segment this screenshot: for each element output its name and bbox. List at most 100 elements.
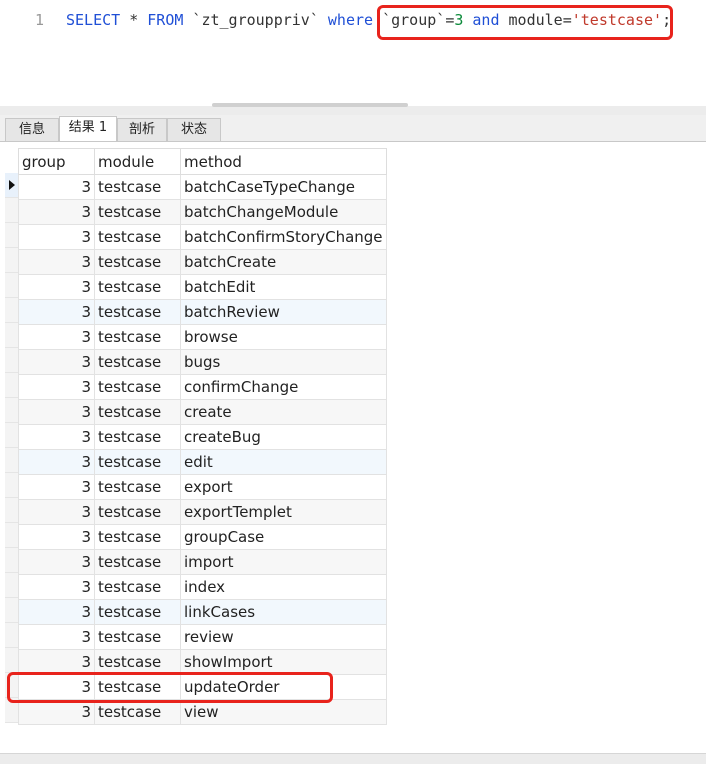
cell-group[interactable]: 3 <box>18 474 95 500</box>
cell-module[interactable]: testcase <box>94 474 181 500</box>
cell-group[interactable]: 3 <box>18 299 95 325</box>
table-row[interactable]: 3 testcase bugs <box>18 349 387 375</box>
table-row[interactable]: 3 testcase edit <box>18 449 387 475</box>
cell-module[interactable]: testcase <box>94 524 181 550</box>
row-header[interactable] <box>5 248 18 273</box>
cell-module[interactable]: testcase <box>94 274 181 300</box>
cell-method[interactable]: batchCreate <box>180 249 387 275</box>
cell-method[interactable]: batchReview <box>180 299 387 325</box>
cell-method[interactable]: view <box>180 699 387 725</box>
sql-editor[interactable]: 1 SELECT * FROM `zt_grouppriv` where `gr… <box>0 0 706 110</box>
row-header[interactable] <box>5 223 18 248</box>
cell-method[interactable]: edit <box>180 449 387 475</box>
column-header-group[interactable]: group <box>18 148 95 175</box>
cell-module[interactable]: testcase <box>94 349 181 375</box>
table-row[interactable]: 3 testcase batchReview <box>18 299 387 325</box>
cell-method[interactable]: export <box>180 474 387 500</box>
row-header[interactable] <box>5 273 18 298</box>
cell-group[interactable]: 3 <box>18 324 95 350</box>
cell-method[interactable]: index <box>180 574 387 600</box>
cell-module[interactable]: testcase <box>94 424 181 450</box>
cell-group[interactable]: 3 <box>18 574 95 600</box>
cell-method[interactable]: exportTemplet <box>180 499 387 525</box>
row-header[interactable] <box>5 323 18 348</box>
column-header-module[interactable]: module <box>94 148 181 175</box>
table-row[interactable]: 3 testcase createBug <box>18 424 387 450</box>
cell-module[interactable]: testcase <box>94 324 181 350</box>
pane-splitter[interactable] <box>0 103 706 115</box>
row-header[interactable] <box>5 173 18 198</box>
cell-group[interactable]: 3 <box>18 599 95 625</box>
row-header[interactable] <box>5 198 18 223</box>
row-header[interactable] <box>5 498 18 523</box>
tab-profile[interactable]: 剖析 <box>117 118 167 141</box>
row-header[interactable] <box>5 298 18 323</box>
table-row[interactable]: 3 testcase create <box>18 399 387 425</box>
cell-method[interactable]: linkCases <box>180 599 387 625</box>
table-row[interactable]: 3 testcase review <box>18 624 387 650</box>
cell-method[interactable]: createBug <box>180 424 387 450</box>
cell-group[interactable]: 3 <box>18 249 95 275</box>
cell-module[interactable]: testcase <box>94 299 181 325</box>
cell-group[interactable]: 3 <box>18 224 95 250</box>
row-header[interactable] <box>5 448 18 473</box>
cell-method[interactable]: showImport <box>180 649 387 675</box>
table-row[interactable]: 3 testcase batchCreate <box>18 249 387 275</box>
row-header[interactable] <box>5 648 18 673</box>
cell-module[interactable]: testcase <box>94 599 181 625</box>
cell-group[interactable]: 3 <box>18 174 95 200</box>
cell-module[interactable]: testcase <box>94 624 181 650</box>
cell-module[interactable]: testcase <box>94 224 181 250</box>
tab-status[interactable]: 状态 <box>167 118 221 141</box>
cell-module[interactable]: testcase <box>94 549 181 575</box>
cell-group[interactable]: 3 <box>18 699 95 725</box>
table-row[interactable]: 3 testcase showImport <box>18 649 387 675</box>
cell-group[interactable]: 3 <box>18 449 95 475</box>
cell-method[interactable]: batchEdit <box>180 274 387 300</box>
row-header[interactable] <box>5 423 18 448</box>
cell-method[interactable]: bugs <box>180 349 387 375</box>
tab-info[interactable]: 信息 <box>5 118 59 141</box>
row-header[interactable] <box>5 548 18 573</box>
cell-group[interactable]: 3 <box>18 374 95 400</box>
cell-group[interactable]: 3 <box>18 649 95 675</box>
cell-group[interactable]: 3 <box>18 199 95 225</box>
column-header-method[interactable]: method <box>180 148 387 175</box>
cell-method[interactable]: browse <box>180 324 387 350</box>
cell-group[interactable]: 3 <box>18 624 95 650</box>
cell-module[interactable]: testcase <box>94 199 181 225</box>
table-row[interactable]: 3 testcase index <box>18 574 387 600</box>
cell-group[interactable]: 3 <box>18 424 95 450</box>
result-grid[interactable]: group module method 3 testcase batchCaseTy… <box>18 148 387 725</box>
table-row[interactable]: 3 testcase groupCase <box>18 524 387 550</box>
table-row[interactable]: 3 testcase batchConfirmStoryChange <box>18 224 387 250</box>
row-header[interactable] <box>5 523 18 548</box>
table-row[interactable]: 3 testcase batchEdit <box>18 274 387 300</box>
table-row[interactable]: 3 testcase linkCases <box>18 599 387 625</box>
table-row[interactable]: 3 testcase batchCaseTypeChange <box>18 174 387 200</box>
cell-module[interactable]: testcase <box>94 499 181 525</box>
cell-group[interactable]: 3 <box>18 399 95 425</box>
table-row[interactable]: 3 testcase view <box>18 699 387 725</box>
cell-group[interactable]: 3 <box>18 274 95 300</box>
cell-method[interactable]: groupCase <box>180 524 387 550</box>
cell-module[interactable]: testcase <box>94 174 181 200</box>
cell-method[interactable]: batchChangeModule <box>180 199 387 225</box>
cell-group[interactable]: 3 <box>18 524 95 550</box>
row-header[interactable] <box>5 473 18 498</box>
cell-method[interactable]: batchCaseTypeChange <box>180 174 387 200</box>
row-header[interactable] <box>5 398 18 423</box>
cell-method[interactable]: batchConfirmStoryChange <box>180 224 387 250</box>
table-row[interactable]: 3 testcase import <box>18 549 387 575</box>
cell-group[interactable]: 3 <box>18 549 95 575</box>
table-row[interactable]: 3 testcase export <box>18 474 387 500</box>
table-row[interactable]: 3 testcase batchChangeModule <box>18 199 387 225</box>
cell-method[interactable]: create <box>180 399 387 425</box>
cell-method[interactable]: confirmChange <box>180 374 387 400</box>
row-header[interactable] <box>5 623 18 648</box>
table-row[interactable]: 3 testcase exportTemplet <box>18 499 387 525</box>
cell-method[interactable]: review <box>180 624 387 650</box>
cell-group[interactable]: 3 <box>18 349 95 375</box>
cell-group[interactable]: 3 <box>18 499 95 525</box>
cell-module[interactable]: testcase <box>94 699 181 725</box>
